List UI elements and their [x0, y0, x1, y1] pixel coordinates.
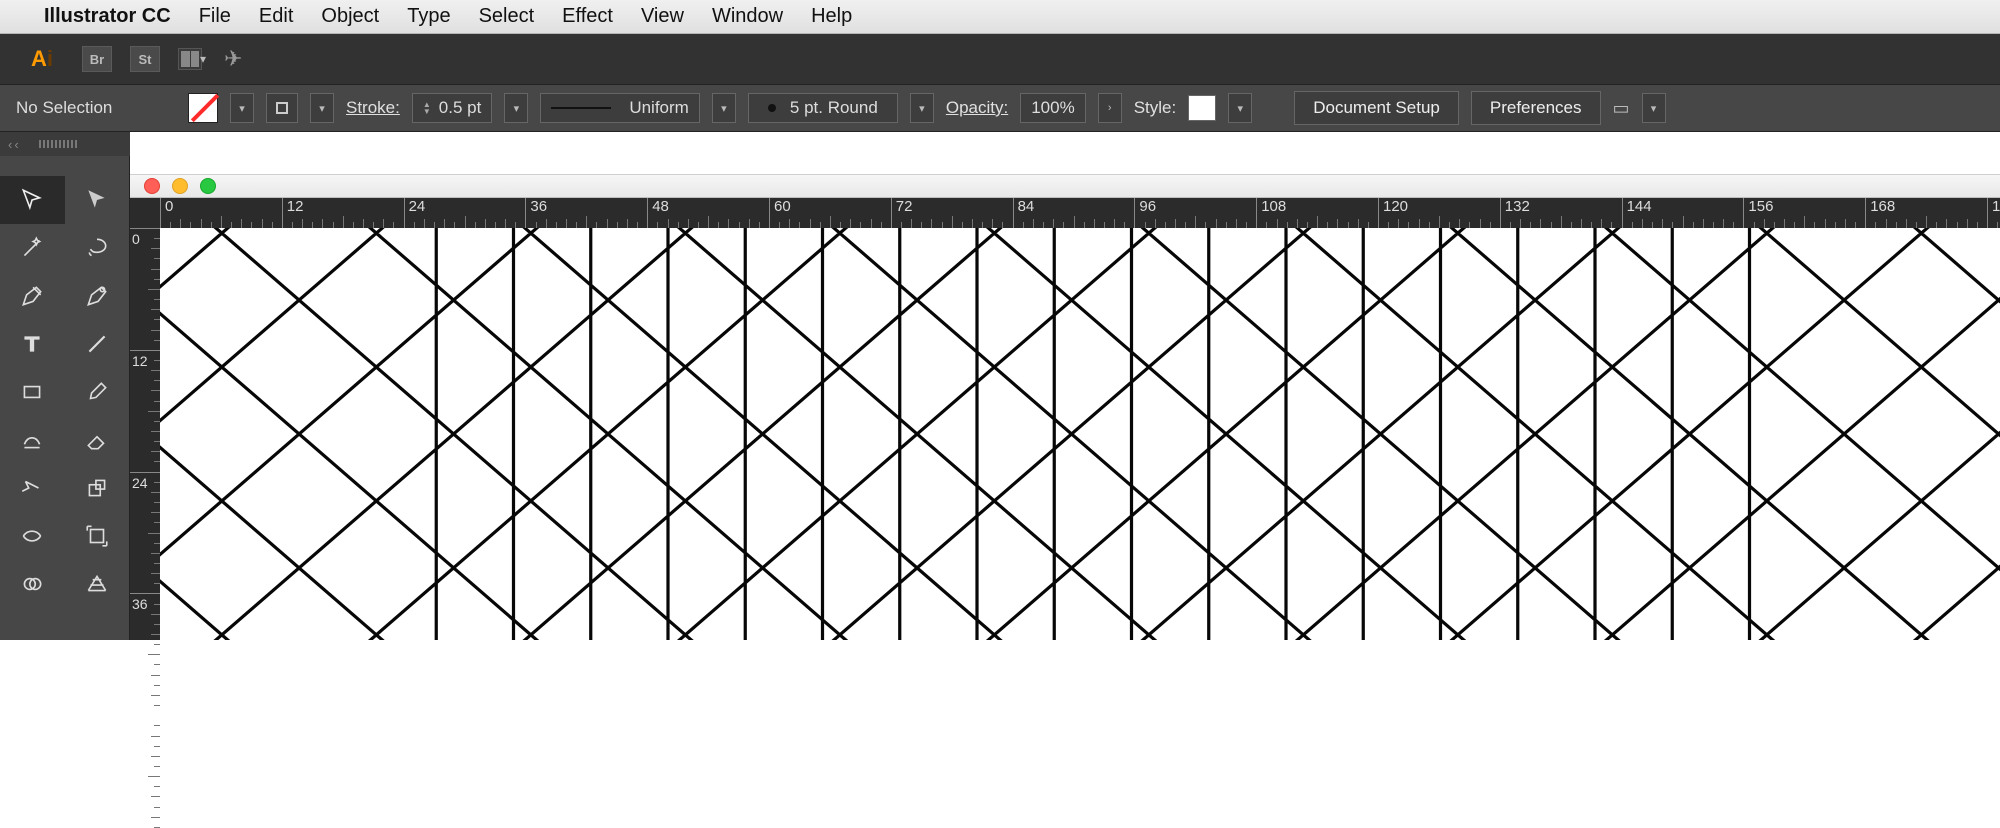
panel-collapse-strip[interactable]: ‹‹ [0, 132, 130, 156]
menu-select[interactable]: Select [479, 5, 535, 28]
stroke-weight-field[interactable]: ▲▼ 0.5 pt [412, 93, 492, 123]
triangular-grid-artwork[interactable] [160, 228, 2000, 640]
menu-window[interactable]: Window [712, 5, 783, 28]
vertical-ruler[interactable]: 0122436 [130, 228, 160, 640]
menu-effect[interactable]: Effect [562, 5, 613, 28]
width-tool[interactable] [0, 512, 65, 560]
align-dropdown[interactable]: ▾ [1642, 93, 1666, 123]
brush-label: 5 pt. Round [790, 98, 878, 118]
perspective-grid-tool[interactable] [65, 560, 130, 608]
selection-tool[interactable] [0, 176, 65, 224]
window-zoom-icon[interactable] [200, 178, 216, 194]
stroke-weight-dropdown[interactable]: ▾ [504, 93, 528, 123]
graphic-style-swatch[interactable] [1188, 95, 1216, 121]
shaper-tool[interactable] [0, 416, 65, 464]
control-bar: No Selection ▾ ▾ Stroke: ▲▼ 0.5 pt ▾ Uni… [0, 84, 2000, 132]
canvas[interactable] [160, 228, 2000, 640]
selection-status: No Selection [16, 98, 176, 118]
type-tool[interactable] [0, 320, 65, 368]
eraser-tool[interactable] [65, 416, 130, 464]
menu-object[interactable]: Object [321, 5, 379, 28]
stroke-label[interactable]: Stroke: [346, 98, 400, 118]
window-close-icon[interactable] [144, 178, 160, 194]
stroke-dropdown[interactable]: ▾ [310, 93, 334, 123]
bridge-chip[interactable]: Br [82, 46, 112, 72]
opacity-label[interactable]: Opacity: [946, 98, 1008, 118]
rotate-tool[interactable] [0, 464, 65, 512]
preferences-button[interactable]: Preferences [1471, 91, 1601, 125]
pen-tool[interactable] [0, 272, 65, 320]
gpu-preview-icon[interactable]: ✈ [224, 46, 242, 72]
brush-preview-icon [768, 104, 776, 112]
brush-definition[interactable]: 5 pt. Round [748, 93, 898, 123]
horizontal-ruler[interactable]: 01224364860728496108120132144156168180 [130, 198, 2000, 228]
direct-selection-tool[interactable] [65, 176, 130, 224]
fill-swatch[interactable] [188, 93, 218, 123]
menu-type[interactable]: Type [407, 5, 450, 28]
paintbrush-tool[interactable] [65, 368, 130, 416]
rectangle-tool[interactable] [0, 368, 65, 416]
free-transform-tool[interactable] [65, 512, 130, 560]
profile-dropdown[interactable]: ▾ [712, 93, 736, 123]
line-segment-tool[interactable] [65, 320, 130, 368]
document-window-titlebar[interactable] [130, 174, 2000, 198]
toolbox [0, 156, 130, 640]
stroke-weight-value: 0.5 pt [439, 98, 482, 118]
stepper-icon[interactable]: ▲▼ [423, 101, 431, 115]
opacity-field[interactable]: 100% [1020, 93, 1085, 123]
window-minimize-icon[interactable] [172, 178, 188, 194]
opacity-value: 100% [1031, 98, 1074, 118]
stroke-profile-icon [551, 107, 611, 109]
chevron-down-icon[interactable]: ▾ [200, 52, 206, 66]
stroke-swatch[interactable] [266, 93, 298, 123]
stock-chip[interactable]: St [130, 46, 160, 72]
magic-wand-tool[interactable] [0, 224, 65, 272]
scale-tool[interactable] [65, 464, 130, 512]
brush-dropdown[interactable]: ▾ [910, 93, 934, 123]
illustrator-logo-icon: Ai [20, 43, 64, 75]
opacity-dropdown[interactable]: › [1098, 93, 1122, 123]
menu-help[interactable]: Help [811, 5, 852, 28]
menu-file[interactable]: File [199, 5, 231, 28]
style-dropdown[interactable]: ▾ [1228, 93, 1252, 123]
workspace-switcher-icon[interactable] [178, 48, 202, 70]
app-bar: Ai Br St ▾ ✈ [0, 34, 2000, 84]
menu-view[interactable]: View [641, 5, 684, 28]
app-menu[interactable]: Illustrator CC [44, 5, 171, 28]
fill-dropdown[interactable]: ▾ [230, 93, 254, 123]
collapse-chevrons-icon: ‹‹ [8, 137, 21, 152]
variable-width-profile[interactable]: Uniform [540, 93, 700, 123]
menu-edit[interactable]: Edit [259, 5, 293, 28]
panel-grip-icon[interactable] [39, 140, 79, 148]
curvature-tool[interactable] [65, 272, 130, 320]
macos-menubar: Illustrator CC File Edit Object Type Sel… [0, 0, 2000, 34]
style-label: Style: [1134, 98, 1177, 118]
shape-builder-tool[interactable] [0, 560, 65, 608]
lasso-tool[interactable] [65, 224, 130, 272]
align-to-icon[interactable]: ▭ [1613, 98, 1630, 119]
document-setup-button[interactable]: Document Setup [1294, 91, 1459, 125]
profile-label: Uniform [629, 98, 689, 118]
